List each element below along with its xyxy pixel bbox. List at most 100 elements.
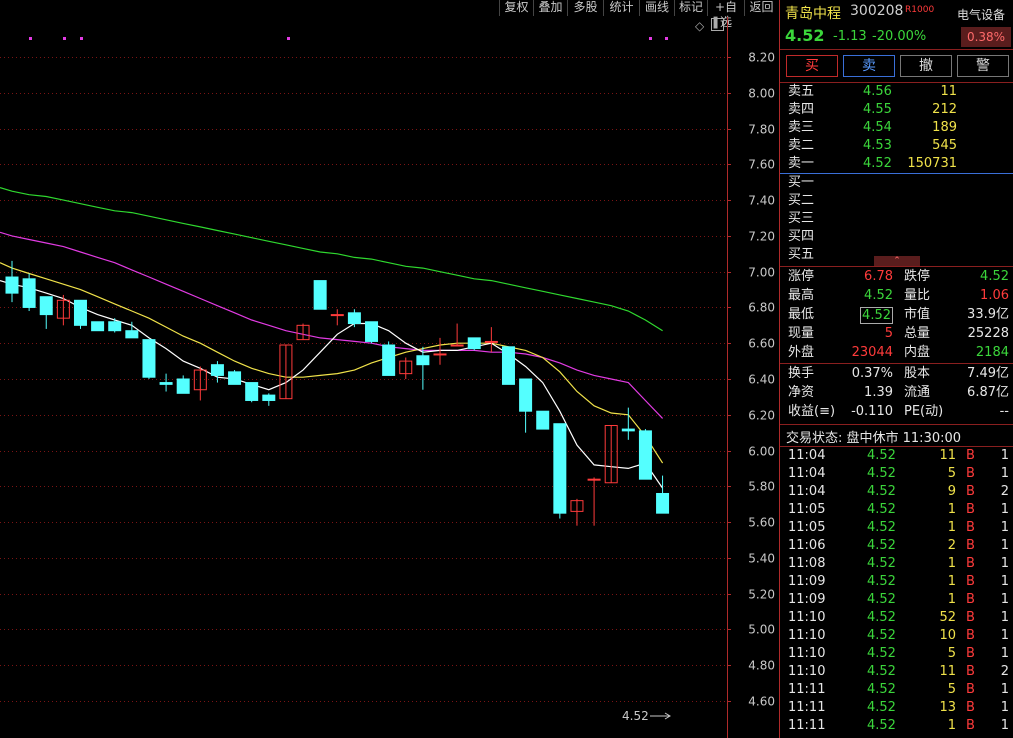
tick-price: 4.52 xyxy=(867,520,896,535)
event-marker[interactable] xyxy=(29,37,32,40)
ask-row[interactable]: 卖一 4.52 150731 xyxy=(780,155,1013,173)
toolbar-button-5[interactable]: 标记 xyxy=(674,0,707,16)
candle-body[interactable] xyxy=(347,312,361,325)
tick-row[interactable]: 11:04 4.52 11 B 1 xyxy=(780,447,1013,465)
sell-button[interactable]: 卖 xyxy=(843,55,895,77)
candle-body[interactable] xyxy=(450,344,464,347)
candle-body[interactable] xyxy=(330,314,344,317)
stat-label: 量比 xyxy=(904,288,931,303)
tick-row[interactable]: 11:04 4.52 5 B 1 xyxy=(780,465,1013,483)
stat-value: 25228 xyxy=(967,326,1009,341)
tick-side: B xyxy=(966,484,975,499)
tick-time: 11:11 xyxy=(788,682,826,697)
bid-row[interactable]: 买三 xyxy=(780,210,1013,228)
y-tick-label: 8.00 xyxy=(748,87,775,101)
alert-button[interactable]: 警 xyxy=(957,55,1009,77)
tick-row[interactable]: 11:10 4.52 52 B 1 xyxy=(780,609,1013,627)
stat-row: 最高 4.52 量比 1.06 xyxy=(780,287,1013,305)
tick-row[interactable]: 11:05 4.52 1 B 1 xyxy=(780,501,1013,519)
tick-row[interactable]: 11:08 4.52 1 B 1 xyxy=(780,555,1013,573)
ask-row[interactable]: 卖四 4.55 212 xyxy=(780,101,1013,119)
toolbar-button-6[interactable]: +自选 xyxy=(707,0,744,29)
candle-body[interactable] xyxy=(433,353,447,356)
candle-body[interactable] xyxy=(91,321,105,332)
ask-row[interactable]: 卖五 4.56 11 xyxy=(780,83,1013,101)
event-marker[interactable] xyxy=(63,37,66,40)
tick-row[interactable]: 11:10 4.52 11 B 2 xyxy=(780,663,1013,681)
candle-body[interactable] xyxy=(73,299,87,326)
candle-body[interactable] xyxy=(210,364,224,376)
buy-button[interactable]: 买 xyxy=(786,55,838,77)
tick-time: 11:04 xyxy=(788,466,826,481)
window-toggle-icon[interactable]: ▌ xyxy=(711,18,724,31)
candle-body[interactable] xyxy=(656,492,670,514)
toolbar-button-3[interactable]: 统计 xyxy=(603,0,639,16)
tick-row[interactable]: 11:09 4.52 1 B 1 xyxy=(780,591,1013,609)
ask-price: 4.55 xyxy=(863,102,892,117)
ask-row[interactable]: 卖二 4.53 545 xyxy=(780,137,1013,155)
event-marker[interactable] xyxy=(287,37,290,40)
candle-body[interactable] xyxy=(262,394,276,401)
tick-row[interactable]: 11:10 4.52 10 B 1 xyxy=(780,627,1013,645)
kline-chart[interactable]: 8.20 8.00 7.80 7.60 7.40 7.20 7.00 6.80 6.60 6.40… xyxy=(0,17,778,738)
kline-svg[interactable]: 8.20 8.00 7.80 7.60 7.40 7.20 7.00 6.80 6.60 6.40… xyxy=(0,17,778,738)
candle-body[interactable] xyxy=(484,340,498,343)
ask-row[interactable]: 卖三 4.54 189 xyxy=(780,119,1013,137)
tick-row[interactable]: 11:10 4.52 5 B 1 xyxy=(780,645,1013,663)
toolbar-button-7[interactable]: 返回 xyxy=(744,0,778,16)
quote-panel: 青岛中程 300208 R1000 电气设备 0.38% 4.52 -1.13 … xyxy=(779,0,1013,738)
event-marker[interactable] xyxy=(665,37,668,40)
y-tick-label: 4.60 xyxy=(748,695,775,709)
candle-body[interactable] xyxy=(501,346,515,385)
candle-body[interactable] xyxy=(108,321,122,332)
candle-body[interactable] xyxy=(365,321,379,342)
tick-row[interactable]: 11:04 4.52 9 B 2 xyxy=(780,483,1013,501)
cancel-button[interactable]: 撤 xyxy=(900,55,952,77)
candle-body[interactable] xyxy=(621,428,635,432)
bid-label: 买一 xyxy=(788,175,815,190)
tick-time: 11:06 xyxy=(788,538,826,553)
candle-body[interactable] xyxy=(159,382,173,385)
ask-volume: 11 xyxy=(940,84,957,99)
bid-label: 买二 xyxy=(788,193,815,208)
tick-row[interactable]: 11:09 4.52 1 B 1 xyxy=(780,573,1013,591)
candle-body[interactable] xyxy=(416,355,430,366)
candle-body[interactable] xyxy=(467,337,481,350)
candle-body[interactable] xyxy=(313,280,327,310)
diamond-icon[interactable]: ◇ xyxy=(695,19,704,33)
toolbar-button-2[interactable]: 多股 xyxy=(567,0,603,16)
toolbar-button-4[interactable]: 画线 xyxy=(639,0,674,16)
candle-body[interactable] xyxy=(519,378,533,412)
candle-body[interactable] xyxy=(228,371,242,385)
tick-count: 2 xyxy=(1000,484,1009,499)
event-marker[interactable] xyxy=(649,37,652,40)
bid-row[interactable]: 买一 xyxy=(780,174,1013,192)
bid-row[interactable]: 买二 xyxy=(780,192,1013,210)
tick-row[interactable]: 11:11 4.52 1 B 1 xyxy=(780,717,1013,735)
tick-row[interactable]: 11:06 4.52 2 B 1 xyxy=(780,537,1013,555)
candle-body[interactable] xyxy=(536,410,550,430)
candle-body[interactable] xyxy=(587,478,601,481)
candle-body[interactable] xyxy=(39,296,53,316)
candle-body[interactable] xyxy=(176,378,190,394)
tick-count: 1 xyxy=(1000,520,1009,535)
candle-body[interactable] xyxy=(553,423,567,514)
candle-body[interactable] xyxy=(638,430,652,480)
toolbar-button-1[interactable]: 叠加 xyxy=(533,0,567,16)
candle-body[interactable] xyxy=(142,339,156,378)
tick-count: 1 xyxy=(1000,682,1009,697)
candle-body[interactable] xyxy=(125,330,139,339)
toolbar-button-0[interactable]: 复权 xyxy=(499,0,533,16)
sector-name[interactable]: 电气设备 xyxy=(957,6,1005,23)
bid-row[interactable]: 买四 xyxy=(780,228,1013,246)
price-change: -1.13 xyxy=(833,29,867,44)
tick-row[interactable]: 11:11 4.52 5 B 1 xyxy=(780,681,1013,699)
candle-body[interactable] xyxy=(5,276,19,294)
tick-row[interactable]: 11:11 4.52 13 B 1 xyxy=(780,699,1013,717)
tick-time: 11:05 xyxy=(788,502,826,517)
tick-row[interactable]: 11:05 4.52 1 B 1 xyxy=(780,519,1013,537)
event-marker[interactable] xyxy=(80,37,83,40)
candle-body[interactable] xyxy=(382,344,396,376)
candle-body[interactable] xyxy=(245,382,259,401)
candle-body[interactable] xyxy=(22,278,36,308)
